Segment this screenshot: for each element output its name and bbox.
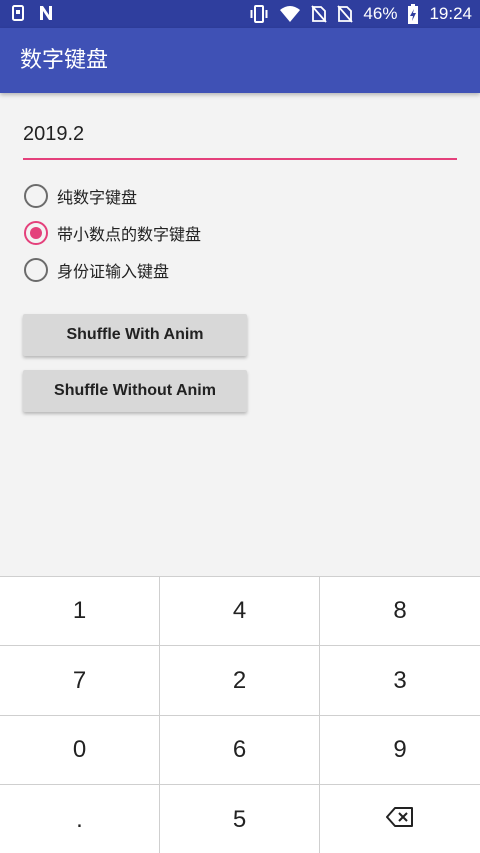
key-9[interactable]: 9 — [320, 716, 480, 785]
radio-label: 纯数字键盘 — [57, 188, 138, 207]
backspace-icon — [386, 806, 414, 834]
no-sim-icon — [337, 5, 354, 23]
input-value: 2019.2 — [23, 123, 85, 145]
key-3[interactable]: 3 — [320, 646, 480, 716]
shuffle-without-anim-button[interactable]: Shuffle Without Anim — [23, 370, 247, 412]
key-0[interactable]: 0 — [0, 716, 160, 785]
status-bar: 46% 19:24 — [0, 0, 480, 28]
sim-card-icon — [12, 5, 24, 21]
clock: 19:24 — [429, 4, 472, 23]
vibrate-icon — [249, 5, 269, 23]
radio-label: 带小数点的数字键盘 — [57, 225, 202, 244]
radio-label: 身份证输入键盘 — [57, 262, 170, 281]
key-decimal-point[interactable]: . — [0, 785, 160, 853]
key-4[interactable]: 4 — [160, 577, 320, 646]
key-1[interactable]: 1 — [0, 577, 160, 646]
battery-charging-icon — [407, 4, 419, 24]
key-6[interactable]: 6 — [160, 716, 320, 785]
shuffle-with-anim-button[interactable]: Shuffle With Anim — [23, 314, 247, 356]
delete-key[interactable] — [320, 785, 480, 853]
key-7[interactable]: 7 — [0, 646, 160, 716]
key-5[interactable]: 5 — [160, 785, 320, 853]
radio-decimal-numeric[interactable]: 带小数点的数字键盘 — [24, 219, 201, 247]
radio-button-unchecked[interactable] — [24, 184, 48, 208]
page-title: 数字键盘 — [20, 48, 109, 73]
wifi-icon — [279, 5, 301, 23]
radio-pure-numeric[interactable]: 纯数字键盘 — [24, 182, 137, 210]
battery-percent: 46% — [363, 4, 398, 23]
radio-button-unchecked[interactable] — [24, 258, 48, 282]
app-bar: 数字键盘 — [0, 28, 480, 93]
key-2[interactable]: 2 — [160, 646, 320, 716]
numeric-keypad: 1 4 8 7 2 3 0 6 9 . 5 — [0, 576, 480, 853]
radio-id-card[interactable]: 身份证输入键盘 — [24, 256, 169, 284]
no-sim-icon — [311, 5, 328, 23]
key-8[interactable]: 8 — [320, 577, 480, 646]
radio-button-checked[interactable] — [24, 221, 48, 245]
number-input-field[interactable]: 2019.2 — [23, 115, 457, 160]
n-notification-icon — [38, 5, 54, 21]
